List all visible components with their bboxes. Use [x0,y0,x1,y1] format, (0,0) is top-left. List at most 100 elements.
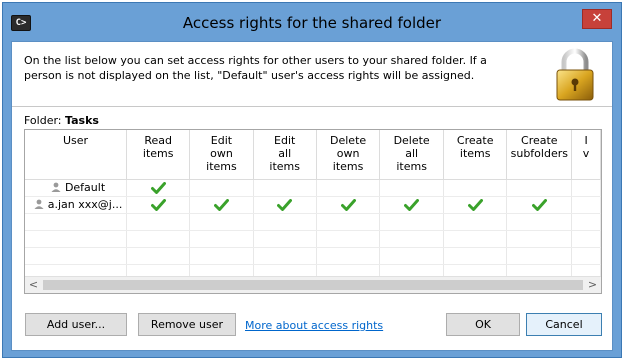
empty-row [25,230,601,248]
rights-grid[interactable]: User Read items Edit own items Edit all items Del… [24,129,602,294]
right-cell-read-items[interactable] [126,179,191,197]
column-header-text: own [210,147,233,160]
folder-label-row: Folder: Tasks [24,114,99,127]
empty-cell [571,247,601,265]
column-header-text: Delete [330,134,367,147]
column-header-text: Create [521,134,558,147]
right-cell-delete-all-items[interactable] [379,179,444,197]
column-header-text: Edit [210,134,233,147]
add-user-button[interactable]: Add user... [25,313,127,336]
console-icon: C> [11,15,31,31]
column-header-create-subfolders: Create subfolders [506,130,573,180]
empty-cell [379,247,444,265]
ok-button[interactable]: OK [446,313,520,336]
empty-row [25,213,601,231]
user-cell[interactable]: Default [25,179,128,197]
scroll-left-arrow[interactable]: < [25,277,42,293]
cancel-button[interactable]: Cancel [526,313,602,336]
right-cell-create-subfolders[interactable] [506,196,573,214]
column-header-delete-own-items: Delete own items [316,130,381,180]
dialog-title: Access rights for the shared folder [182,14,442,32]
right-cell-edit-all-items[interactable] [253,196,317,214]
empty-cell [443,230,508,248]
column-header-read-items: Read items [126,130,191,180]
checkmark-icon [467,199,483,211]
user-row[interactable]: Default [25,179,601,197]
empty-cell [316,230,381,248]
empty-cell [571,230,601,248]
rights-table: User Read items Edit own items Edit all items Del… [25,130,601,293]
column-header-text: all [278,147,292,160]
dialog-window: C> Access rights for the shared folder ✕… [2,2,622,358]
empty-cell [189,247,254,265]
column-header-edit-all-items: Edit all items [253,130,317,180]
checkmark-icon [150,182,166,194]
empty-cell [126,230,191,248]
right-cell-read-items[interactable] [126,196,191,214]
empty-cell [316,247,381,265]
empty-cell [571,213,601,231]
right-cell-delete-all-items[interactable] [379,196,444,214]
column-header-text: items [396,160,427,173]
right-cell-create-items[interactable] [443,196,508,214]
column-header-text: User [63,134,89,147]
column-header-text: items [269,160,300,173]
padlock-icon [556,48,594,101]
checkmark-icon [531,199,547,211]
empty-cell [253,247,317,265]
user-row[interactable]: a.jan xxx@j... [25,196,601,214]
intro-text: On the list below you can set access rig… [24,54,487,82]
checkmark-icon [277,199,293,211]
horizontal-scrollbar[interactable]: < > [25,276,601,293]
user-cell[interactable]: a.jan xxx@j... [25,196,128,214]
empty-cell [189,213,254,231]
empty-cell [443,213,508,231]
empty-cell [506,213,573,231]
column-header-delete-all-items: Delete all items [379,130,444,180]
column-header-text: I [584,134,588,147]
folder-name: Tasks [65,114,99,127]
column-header-text: Read [144,134,173,147]
scroll-right-arrow[interactable]: > [584,277,601,293]
empty-cell [189,230,254,248]
right-cell-create-items[interactable] [443,179,508,197]
checkmark-icon [213,199,229,211]
user-name: a.jan xxx@j... [47,198,123,211]
empty-cell [316,213,381,231]
right-cell-delete-own-items[interactable] [316,179,381,197]
checkmark-icon [404,199,420,211]
empty-cell [25,247,128,265]
intro-banner: On the list below you can set access rig… [12,42,612,107]
column-header-text: v [582,147,590,160]
right-cell-partial[interactable] [571,196,601,214]
title-bar[interactable]: C> Access rights for the shared folder ✕ [3,3,621,41]
empty-cell [379,230,444,248]
right-cell-edit-own-items[interactable] [189,179,254,197]
right-cell-delete-own-items[interactable] [316,196,381,214]
empty-cell [25,213,128,231]
right-cell-create-subfolders[interactable] [506,179,573,197]
right-cell-edit-own-items[interactable] [189,196,254,214]
right-cell-partial[interactable] [571,179,601,197]
column-header-text: items [142,147,174,160]
column-header-edit-own-items: Edit own items [189,130,254,180]
column-header-text: own [336,147,360,160]
empty-cell [126,213,191,231]
scroll-thumb[interactable] [43,280,583,290]
column-header-create-items: Create items [443,130,508,180]
column-header-text: items [206,160,237,173]
column-header-user: User [25,130,128,180]
more-about-access-rights-link[interactable]: More about access rights [245,319,383,332]
folder-label: Folder: [24,114,62,127]
close-button[interactable]: ✕ [582,9,612,29]
right-cell-edit-all-items[interactable] [253,179,317,197]
checkmark-icon [340,199,356,211]
empty-cell [126,247,191,265]
empty-cell [25,230,128,248]
user-icon [51,182,61,192]
column-header-text: items [459,147,491,160]
remove-user-button[interactable]: Remove user [138,313,236,336]
column-header-text: items [332,160,364,173]
column-header-partial: Iv [571,130,601,180]
column-header-text: Delete [393,134,430,147]
